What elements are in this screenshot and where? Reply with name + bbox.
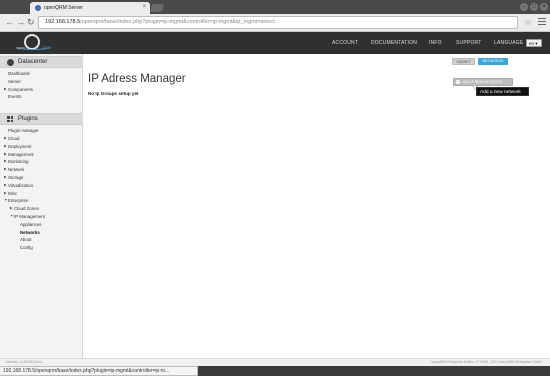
plugin-item[interactable]: ▼ IP Management — [0, 213, 82, 221]
favicon-icon — [35, 5, 41, 11]
plugin-item[interactable]: ▶ Storage — [0, 174, 82, 182]
datacenter-section-header[interactable]: Datacenter — [0, 56, 83, 68]
sidebar: Datacenter Dashboard Server ▶ Components Eve… — [0, 54, 83, 358]
plugin-item[interactable]: ▶ Deployment — [0, 143, 82, 151]
page-footer: Memory: 4.45 MB Used openQRM Enterprise … — [0, 358, 550, 366]
collapsed-arrow-icon[interactable]: ▶ — [4, 143, 7, 151]
empty-state-message: No Ip Groups setup yet — [88, 91, 139, 96]
plugin-item-label: About — [20, 237, 32, 243]
browser-menu-icon[interactable] — [538, 18, 546, 27]
plugin-item[interactable]: Appliances — [0, 221, 82, 229]
collapsed-arrow-icon[interactable]: ▶ — [4, 174, 7, 182]
collapsed-arrow-icon[interactable]: ▶ — [10, 205, 13, 213]
tab-close-icon[interactable]: × — [142, 4, 146, 10]
url-path: /openqrm/base/index.php?plugin=ip-mgmt&c… — [80, 19, 275, 25]
plugin-item[interactable]: ▶ Monitoring — [0, 158, 82, 166]
reload-icon[interactable]: ↻ — [27, 17, 35, 28]
nav-info[interactable]: INFO — [429, 40, 442, 46]
plugin-item-label: IP Management — [14, 213, 45, 219]
datacenter-item-label: Dashboard — [8, 71, 30, 76]
expanded-arrow-icon[interactable]: ▼ — [4, 197, 7, 205]
new-tab-button[interactable] — [149, 4, 165, 12]
tooltip: Add a new network — [476, 87, 529, 96]
plugin-item-label: Storage — [8, 174, 24, 180]
nav-account[interactable]: ACCOUNT — [332, 40, 358, 46]
memory-usage: Memory: 4.45 MB Used — [6, 360, 42, 364]
plugins-icon — [7, 116, 13, 123]
datacenter-item-label: Components — [8, 86, 33, 92]
plugin-item[interactable]: Networks — [0, 229, 82, 237]
tab-subnet[interactable]: SUBNET — [452, 58, 475, 65]
url-host: 192.168.178.5 — [45, 19, 81, 25]
collapsed-arrow-icon[interactable]: ▶ — [4, 158, 7, 166]
browser-toolbar: ← → ↻ 192.168.178.5/openqrm/base/index.p… — [0, 14, 550, 32]
nav-documentation[interactable]: DOCUMENTATION — [371, 40, 417, 46]
add-icon: + — [456, 79, 460, 84]
collapsed-arrow-icon[interactable]: ▶ — [4, 190, 7, 198]
close-window-icon[interactable]: × — [540, 3, 548, 11]
language-label: LANGUAGE — [494, 40, 524, 46]
copyright: openQRM Enterprise Edition | © 2006 - 20… — [431, 360, 542, 364]
collapsed-arrow-icon[interactable]: ▶ — [4, 135, 7, 143]
maximize-icon[interactable]: □ — [530, 3, 538, 11]
bookmark-star-icon[interactable]: ☆ — [524, 17, 532, 28]
collapsed-arrow-icon[interactable]: ▶ — [4, 151, 7, 159]
browser-titlebar: openQRM Server × – □ × — [0, 0, 550, 14]
plugin-item-label: Config — [20, 245, 33, 251]
plugin-item[interactable]: Plugin manager — [0, 127, 82, 135]
tab-networks[interactable]: NETWORKS — [478, 58, 508, 65]
datacenter-item-label: Events — [8, 94, 22, 100]
address-bar[interactable]: 192.168.178.5/openqrm/base/index.php?plu… — [38, 16, 518, 29]
plugin-item-label: Network — [8, 167, 25, 173]
tab-title: openQRM Server — [44, 5, 83, 11]
page-title: IP Adress Manager — [88, 73, 186, 85]
plugin-item-label: Virtualization — [8, 182, 34, 188]
plugin-item[interactable]: ▶ Misc — [0, 190, 82, 198]
datacenter-item[interactable]: Server — [0, 78, 82, 86]
language-select[interactable]: en ▾ — [526, 39, 542, 47]
forward-icon[interactable]: → — [16, 17, 25, 28]
expanded-arrow-icon[interactable]: ▼ — [10, 213, 13, 221]
plugin-item-label: Cloud Zones — [14, 206, 39, 212]
main-content: SUBNET NETWORKS IP Adress Manager No Ip … — [83, 54, 550, 358]
datacenter-item[interactable]: ▶ Components — [0, 86, 82, 94]
plugins-section-header[interactable]: Plugins — [0, 113, 83, 126]
plugin-item[interactable]: ▼ Enterprise — [0, 197, 82, 205]
plugin-item-label: Management — [8, 151, 34, 157]
plugin-item[interactable]: ▶ Cloud — [0, 135, 82, 143]
datacenter-item-label: Server — [8, 78, 21, 84]
browser-status-url: 192.168.178.5/openqrm/base/index.php?plu… — [0, 366, 198, 376]
openqrm-logo[interactable]: open QRM — [16, 33, 51, 53]
plugin-item[interactable]: About — [0, 236, 82, 244]
plugin-item[interactable]: ▶ Management — [0, 151, 82, 159]
plugin-item-label: Plugin manager — [8, 128, 39, 134]
plugin-item-label: Appliances — [20, 221, 42, 227]
plugin-item-label: Misc — [8, 190, 18, 196]
plugin-item-label: Networks — [20, 229, 40, 235]
nav-support[interactable]: SUPPORT — [456, 40, 481, 46]
minimize-icon[interactable]: – — [520, 3, 528, 11]
datacenter-item[interactable]: Dashboard — [0, 70, 82, 78]
app-header: open QRM ACCOUNT DOCUMENTATION INFO SUPP… — [0, 32, 550, 54]
plugin-item-label: Monitoring — [8, 159, 29, 165]
collapsed-arrow-icon[interactable]: ▶ — [4, 86, 7, 94]
datacenter-item[interactable]: Events — [0, 93, 82, 101]
back-icon[interactable]: ← — [5, 17, 14, 28]
plugin-item-label: Enterprise — [8, 198, 29, 204]
plugin-item-label: Deployment — [8, 143, 32, 149]
add-network-button[interactable]: + ADD A NEW NETWORK — [453, 78, 513, 86]
datacenter-icon — [7, 59, 14, 66]
browser-tab[interactable]: openQRM Server × — [30, 2, 150, 14]
plugin-item-label: Cloud — [8, 135, 20, 141]
plugin-item[interactable]: Config — [0, 244, 82, 252]
plugin-item[interactable]: ▶ Network — [0, 166, 82, 174]
collapsed-arrow-icon[interactable]: ▶ — [4, 182, 7, 190]
collapsed-arrow-icon[interactable]: ▶ — [4, 166, 7, 174]
plugin-item[interactable]: ▶ Cloud Zones — [0, 205, 82, 213]
plugin-item[interactable]: ▶ Virtualization — [0, 182, 82, 190]
